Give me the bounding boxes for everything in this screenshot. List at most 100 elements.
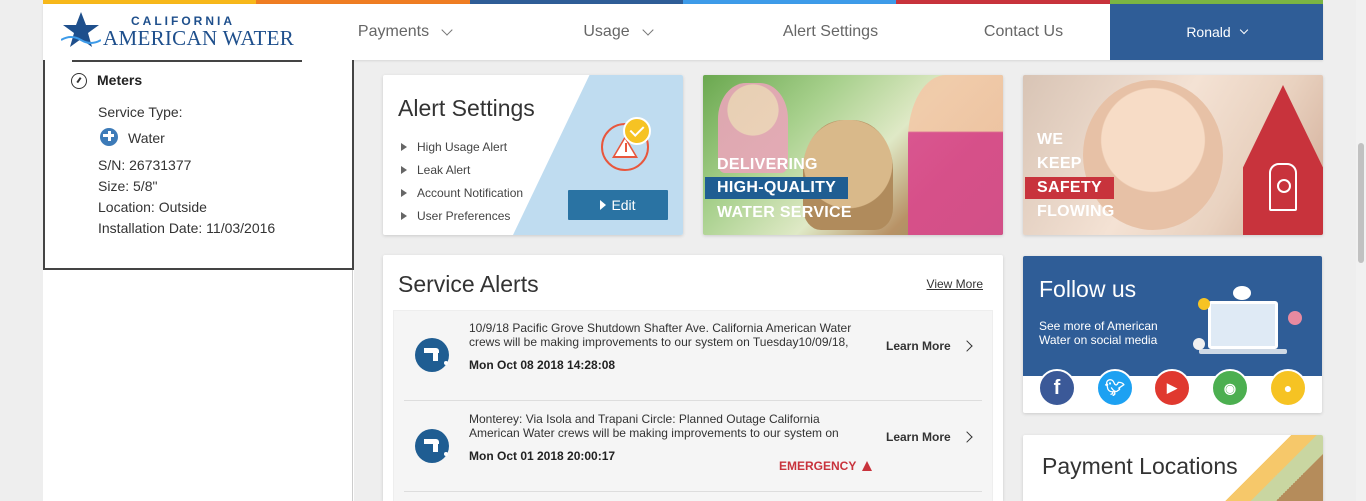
water-faucet-icon xyxy=(415,429,449,463)
fire-hydrant-icon xyxy=(1269,163,1297,211)
alert-date: Mon Oct 01 2018 20:00:17 xyxy=(469,449,616,463)
main-nav: Payments Usage Alert Settings Contact Us… xyxy=(298,4,1323,60)
learn-more-label: Learn More xyxy=(886,339,951,353)
nav-alert-settings-label: Alert Settings xyxy=(782,23,879,40)
warning-triangle-icon xyxy=(862,461,873,471)
user-name: Ronald xyxy=(1186,24,1231,40)
bullet-arrow-icon xyxy=(401,165,407,174)
promo1-line1: DELIVERING xyxy=(717,156,818,173)
serial-number: S/N: 26731377 xyxy=(98,157,192,173)
promo-high-quality-water[interactable]: DELIVERING HIGH-QUALITY WATER SERVICE xyxy=(703,75,1003,235)
follow-us-card: Follow us See more of American Water on … xyxy=(1023,256,1322,413)
user-menu[interactable]: Ronald xyxy=(1110,4,1323,60)
alert-item-label: User Preferences xyxy=(417,208,511,223)
nav-contact-label: Contact Us xyxy=(983,23,1064,40)
payment-locations-title: Payment Locations xyxy=(1042,453,1238,479)
learn-more-link[interactable]: Learn More xyxy=(886,339,973,353)
emergency-label: EMERGENCY xyxy=(779,459,857,473)
meter-sidebar: Meters Service Type: Water S/N: 26731377… xyxy=(43,60,354,501)
learn-more-label: Learn More xyxy=(886,430,951,444)
service-type-value: Water xyxy=(128,130,165,146)
edit-alerts-button[interactable]: Edit xyxy=(568,190,668,220)
alert-text: Monterey: Via Isola and Trapani Circle: … xyxy=(469,412,839,440)
bullet-arrow-icon xyxy=(401,211,407,220)
twitter-icon[interactable]: 🐦︎ xyxy=(1096,369,1134,407)
payment-locations-card[interactable]: Payment Locations xyxy=(1023,435,1323,501)
promo2-line4: FLOWING xyxy=(1037,203,1115,220)
alert-text: 10/9/18 Pacific Grove Shutdown Shafter A… xyxy=(469,321,852,349)
promo2-line3: SAFETY xyxy=(1025,177,1114,199)
service-alerts-card: Service Alerts View More 10/9/18 Pacific… xyxy=(383,255,1003,501)
edit-label: Edit xyxy=(611,197,636,213)
water-faucet-icon xyxy=(415,338,449,372)
view-more-link[interactable]: View More xyxy=(927,277,983,291)
top-header: CALIFORNIA AMERICAN WATER Payments Usage… xyxy=(43,4,1323,60)
nav-contact-us[interactable]: Contact Us xyxy=(937,4,1110,60)
chevron-right-icon xyxy=(961,431,973,443)
meter-details-box: Meters Service Type: Water S/N: 26731377… xyxy=(43,60,354,270)
active-indicator xyxy=(72,60,302,62)
nav-alert-settings[interactable]: Alert Settings xyxy=(724,4,937,60)
bullet-arrow-icon xyxy=(401,188,407,197)
company-logo[interactable]: CALIFORNIA AMERICAN WATER xyxy=(43,4,298,60)
alert-settings-card: Alert Settings High Usage Alert Leak Ale… xyxy=(383,75,683,235)
chevron-down-icon xyxy=(441,23,453,36)
meters-heading: Meters xyxy=(97,72,143,88)
star-logo-icon xyxy=(61,12,101,47)
water-faucet-icon xyxy=(100,128,118,146)
calendar-icon xyxy=(1193,338,1205,350)
play-arrow-icon xyxy=(600,200,607,210)
follow-us-subtitle: See more of American Water on social med… xyxy=(1039,319,1158,347)
logo-line-2: AMERICAN WATER xyxy=(103,26,295,50)
promo-safety-flowing[interactable]: WE KEEP SAFETY FLOWING xyxy=(1023,75,1323,235)
sidebar-divider xyxy=(352,270,353,501)
heart-icon xyxy=(1288,311,1302,325)
installation-date: Installation Date: 11/03/2016 xyxy=(98,220,276,236)
checkmark-icon xyxy=(623,117,651,145)
alert-date: Mon Oct 08 2018 14:28:08 xyxy=(469,358,616,372)
alert-item-label: Account Notification xyxy=(417,185,524,200)
rss-icon[interactable]: ◉ xyxy=(1211,369,1249,407)
meter-location: Location: Outside xyxy=(98,199,207,215)
scrollbar-thumb[interactable] xyxy=(1358,143,1364,263)
promo1-line2: HIGH-QUALITY xyxy=(705,177,849,199)
nav-usage[interactable]: Usage xyxy=(511,4,724,60)
nav-usage-label: Usage xyxy=(583,23,630,40)
alert-item-label: High Usage Alert xyxy=(417,139,508,154)
duck-icon[interactable]: ● xyxy=(1269,369,1307,407)
chevron-down-icon xyxy=(1239,25,1248,34)
learn-more-link[interactable]: Learn More xyxy=(886,430,973,444)
gauge-icon xyxy=(71,73,87,89)
youtube-icon[interactable]: ▶ xyxy=(1153,369,1191,407)
list-item: High Usage Alert xyxy=(401,135,523,158)
alert-item-label: Leak Alert xyxy=(417,162,471,177)
promo2-line1: WE xyxy=(1037,131,1064,148)
alert-settings-title: Alert Settings xyxy=(398,95,535,121)
nav-payments-label: Payments xyxy=(357,23,430,40)
promo1-line3: WATER SERVICE xyxy=(717,204,852,221)
chevron-down-icon xyxy=(641,23,654,36)
list-item: 10/9/18 Pacific Grove Shutdown Shafter A… xyxy=(404,311,982,401)
service-type-label: Service Type: xyxy=(98,104,183,120)
chat-bubble-icon xyxy=(1198,298,1210,310)
map-graphic-icon xyxy=(1223,435,1323,501)
service-alerts-title: Service Alerts xyxy=(398,271,539,297)
list-item: Monterey: Via Isola and Trapani Circle: … xyxy=(404,402,982,492)
chevron-right-icon xyxy=(961,340,973,352)
girl-photo xyxy=(908,75,1003,235)
cloud-icon xyxy=(1233,286,1251,300)
facebook-icon[interactable]: f xyxy=(1038,369,1076,407)
meter-size: Size: 5/8" xyxy=(98,178,158,194)
water-drop-shape xyxy=(1243,85,1323,235)
list-item: User Preferences xyxy=(401,204,523,227)
laptop-illustration-icon xyxy=(1199,301,1287,354)
follow-us-title: Follow us xyxy=(1039,276,1137,302)
nav-payments[interactable]: Payments xyxy=(298,4,511,60)
alert-types-list: High Usage Alert Leak Alert Account Noti… xyxy=(401,135,523,227)
list-item: Leak Alert xyxy=(401,158,523,181)
bullet-arrow-icon xyxy=(401,142,407,151)
alerts-list: 10/9/18 Pacific Grove Shutdown Shafter A… xyxy=(393,310,993,501)
promo2-line2: KEEP xyxy=(1037,155,1082,172)
emergency-badge: EMERGENCY xyxy=(779,459,873,473)
page-scrollbar[interactable] xyxy=(1356,0,1366,501)
